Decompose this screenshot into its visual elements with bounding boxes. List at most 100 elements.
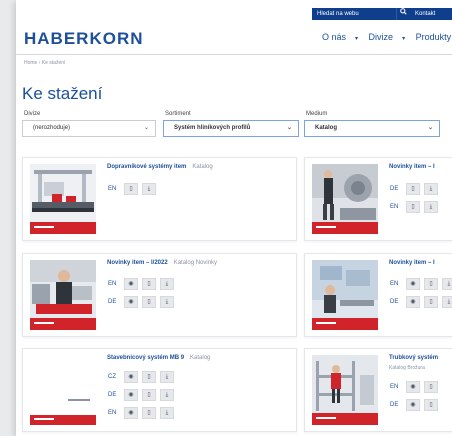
chevron-down-icon: ⌄ [427, 125, 433, 131]
eye-icon[interactable]: ◉ [124, 407, 138, 419]
eye-icon[interactable]: ◉ [124, 389, 138, 401]
download-icon[interactable]: ⤓ [160, 278, 174, 290]
top-bar: Hledat na webu Kontakt [16, 0, 452, 24]
file-icon[interactable]: ▯ [142, 296, 156, 308]
card-title[interactable]: Stavebnicový systém MB 9 Katalog [107, 355, 210, 361]
download-icon[interactable]: ⤓ [160, 407, 174, 419]
search-input[interactable]: Hledat na webu [312, 8, 396, 20]
file-icon[interactable]: ▯ [424, 381, 438, 393]
download-card: Stavebnicový systém MB 9 Katalog CZ ◉ ▯ ⤓… [22, 348, 297, 432]
catalog-thumbnail[interactable] [30, 164, 96, 234]
language-row: EN ◉ ▯ [390, 381, 452, 393]
card-title[interactable]: Novinky item – I [389, 164, 441, 170]
card-type: Katalog Novinky [173, 260, 218, 266]
file-icon[interactable]: ▯ [424, 278, 438, 290]
nav-item-divize[interactable]: Divize ▾ [369, 32, 406, 42]
download-icon[interactable]: ⤓ [442, 296, 452, 308]
card-title-text: Novinky item – I [389, 260, 435, 266]
catalog-thumbnail[interactable] [30, 260, 96, 330]
eye-icon[interactable]: ◉ [406, 278, 420, 290]
eye-icon[interactable]: ◉ [406, 399, 420, 411]
download-icon[interactable]: ⤓ [160, 371, 174, 383]
file-icon[interactable]: ▯ [406, 183, 420, 195]
file-icon[interactable]: ▯ [424, 399, 438, 411]
catalog-thumbnail[interactable] [30, 355, 96, 425]
chevron-down-icon: ⌄ [143, 125, 149, 131]
chevron-down-icon: ▾ [402, 36, 406, 42]
download-icon[interactable]: ⤓ [142, 183, 156, 195]
language-row: DE ▯ ⤓ [390, 183, 452, 195]
breadcrumb[interactable]: Home › Ke stažení [24, 60, 65, 66]
eye-icon[interactable]: ◉ [406, 296, 420, 308]
card-title[interactable]: Dopravníkové systémy item Katalog [107, 164, 213, 170]
catalog-thumbnail[interactable] [312, 260, 378, 330]
card-title-text: Trubkový systém [389, 355, 439, 361]
filter-label-divize: Divize [24, 111, 41, 117]
search-button[interactable] [396, 8, 410, 20]
download-icon[interactable]: ⤓ [442, 278, 452, 290]
eye-icon[interactable]: ◉ [124, 371, 138, 383]
language-code: DE [390, 299, 399, 305]
nav-item-label: Divize [368, 32, 394, 42]
language-row: EN ◉ ▯ ⤓ [108, 278, 208, 290]
download-icon[interactable]: ⤓ [424, 183, 438, 195]
language-row: EN ◉ ▯ ⤓ [390, 278, 452, 290]
select-value: (nerozhoduje) [33, 125, 71, 131]
language-code: CZ [108, 374, 116, 380]
card-title[interactable]: Novinky item – I/2022 Katalog Novinky [107, 260, 217, 266]
eye-icon[interactable]: ◉ [124, 296, 138, 308]
nav-item-produkty[interactable]: Produkty [416, 32, 452, 42]
filter-label-sortiment: Sortiment [165, 111, 191, 117]
filter-label-medium: Medium [306, 111, 328, 117]
file-icon[interactable]: ▯ [424, 296, 438, 308]
language-code: DE [108, 299, 117, 305]
card-title[interactable]: Novinky item – I [389, 260, 441, 266]
search-icon [400, 8, 407, 17]
language-code: EN [108, 186, 117, 192]
download-icon[interactable]: ⤓ [160, 389, 174, 401]
language-code: EN [390, 384, 399, 390]
language-code: DE [390, 402, 399, 408]
chevron-down-icon: ⌄ [286, 125, 292, 131]
page-title: Ke stažení [22, 84, 103, 103]
language-row: DE ◉ ▯ [390, 399, 452, 411]
header-divider [16, 54, 452, 55]
file-icon[interactable]: ▯ [406, 201, 420, 213]
language-row: EN ◉ ▯ ⤓ [108, 407, 208, 419]
language-code: DE [108, 392, 117, 398]
language-row: EN ▯ ⤓ [390, 201, 452, 213]
catalog-thumbnail[interactable] [312, 355, 378, 425]
filter-select-medium[interactable]: Katalog ⌄ [304, 120, 440, 137]
select-value: Katalog [315, 125, 338, 131]
nav-item-label: Produkty [415, 32, 452, 42]
filter-select-sortiment[interactable]: Systém hliníkových profilů ⌄ [163, 120, 299, 137]
language-row: CZ ◉ ▯ ⤓ [108, 371, 208, 383]
browser-page: Hledat na webu Kontakt HABERKORN O nás ▾ … [16, 0, 452, 436]
download-icon[interactable]: ⤓ [424, 201, 438, 213]
language-code: DE [390, 186, 399, 192]
nav-item-o-nas[interactable]: O nás ▾ [322, 32, 358, 42]
card-type: Katalog [192, 164, 213, 170]
catalog-thumbnail[interactable] [312, 164, 378, 234]
file-icon[interactable]: ▯ [124, 183, 138, 195]
card-title-text: Stavebnicový systém MB 9 [107, 355, 185, 361]
language-row: DE ◉ ▯ ⤓ [390, 296, 452, 308]
file-icon[interactable]: ▯ [142, 407, 156, 419]
chevron-down-icon: ▾ [355, 36, 359, 42]
eye-icon[interactable]: ◉ [124, 278, 138, 290]
card-title[interactable]: Trubkový systém [389, 355, 438, 361]
download-card: Novinky item – I DE ▯ ⤓ EN ▯ ⤓ [304, 157, 452, 241]
file-icon[interactable]: ▯ [142, 371, 156, 383]
contact-link[interactable]: Kontakt [410, 8, 452, 20]
download-icon[interactable]: ⤓ [160, 296, 174, 308]
download-card: Trubkový systém Katalog Brožura EN ◉ ▯ D… [304, 348, 452, 432]
logo[interactable]: HABERKORN [24, 29, 144, 49]
nav-item-label: O nás [322, 32, 347, 42]
language-row: DE ◉ ▯ ⤓ [108, 389, 208, 401]
filter-select-divize[interactable]: (nerozhoduje) ⌄ [22, 120, 156, 137]
card-subtitle: Katalog Brožura [389, 365, 425, 371]
file-icon[interactable]: ▯ [142, 278, 156, 290]
file-icon[interactable]: ▯ [142, 389, 156, 401]
card-type: Katalog [190, 355, 211, 361]
eye-icon[interactable]: ◉ [406, 381, 420, 393]
